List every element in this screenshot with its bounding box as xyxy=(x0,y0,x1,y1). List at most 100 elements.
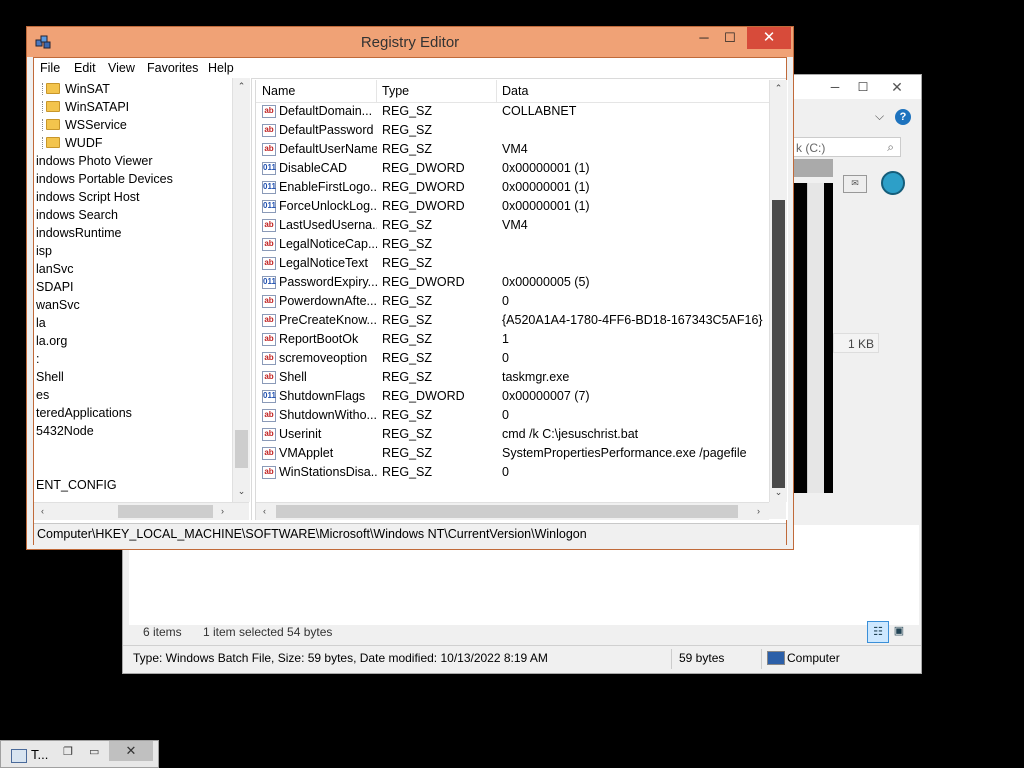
value-row[interactable]: ab PreCreateKnow... REG_SZ {A520A1A4-1780-4… xyxy=(256,311,769,330)
registry-path: Computer\HKEY_LOCAL_MACHINE\SOFTWARE\Mic… xyxy=(37,527,587,541)
value-type: REG_SZ xyxy=(382,408,433,422)
menu-favorites[interactable]: Favorites xyxy=(147,61,198,75)
value-row[interactable]: 011 ForceUnlockLog... REG_DWORD 0x00000001 … xyxy=(256,197,769,216)
binary-value-icon: 011 xyxy=(262,162,276,175)
restore-button[interactable]: ❐ xyxy=(63,745,73,758)
value-type: REG_SZ xyxy=(382,427,433,441)
scroll-right-icon[interactable]: › xyxy=(750,503,767,520)
value-data: {A520A1A4-1780-4FF6-BD18-167343C5AF16} xyxy=(502,313,763,327)
scroll-left-icon[interactable]: ‹ xyxy=(256,503,273,520)
value-row[interactable]: ab scremoveoption REG_SZ 0 xyxy=(256,349,769,368)
explorer-statusbar: Type: Windows Batch File, Size: 59 bytes… xyxy=(123,645,921,672)
tree-item-label: 5432Node xyxy=(36,424,94,438)
explorer-close-button[interactable]: ✕ xyxy=(875,77,919,97)
value-row[interactable]: ab LegalNoticeText REG_SZ xyxy=(256,254,769,273)
value-name: ShutdownFlags xyxy=(279,389,366,403)
preview-scrollbar[interactable] xyxy=(807,183,824,493)
minimized-window-taskbar[interactable]: T... ❐ ▭ ✕ xyxy=(0,740,159,768)
file-size-cell: 1 KB xyxy=(833,333,879,353)
value-row[interactable]: ab PowerdownAfte... REG_SZ 0 xyxy=(256,292,769,311)
maximize-button[interactable]: ☐ xyxy=(717,27,743,49)
tree-item-label: WinSATAPI xyxy=(65,100,130,114)
value-row[interactable]: ab ShutdownWitho... REG_SZ 0 xyxy=(256,406,769,425)
value-name: DefaultPassword xyxy=(279,123,374,137)
task-manager-icon xyxy=(11,749,27,763)
close-button[interactable]: ✕ xyxy=(109,741,153,761)
search-input[interactable]: k (C:) ⌕ xyxy=(791,137,901,157)
value-row[interactable]: ab Userinit REG_SZ cmd /k C:\jesuschrist.ba… xyxy=(256,425,769,444)
scroll-up-icon[interactable]: ⌃ xyxy=(770,80,787,97)
value-row[interactable]: ab LastUsedUserna... REG_SZ VM4 xyxy=(256,216,769,235)
maximize-button[interactable]: ▭ xyxy=(89,745,99,758)
string-value-icon: ab xyxy=(262,105,276,118)
scroll-thumb[interactable] xyxy=(118,505,213,518)
column-name-header[interactable]: Name xyxy=(262,84,295,98)
tree-vertical-scrollbar[interactable]: ⌃ ⌄ xyxy=(232,78,250,502)
value-row[interactable]: ab VMApplet REG_SZ SystemPropertiesPerforma… xyxy=(256,444,769,463)
menu-edit[interactable]: Edit xyxy=(74,61,96,75)
details-view-icon[interactable]: ☷ xyxy=(867,621,889,643)
value-data: 0x00000005 (5) xyxy=(502,275,590,289)
search-icon[interactable]: ⌕ xyxy=(887,140,894,155)
value-row[interactable]: ab Shell REG_SZ taskmgr.exe xyxy=(256,368,769,387)
scroll-down-icon[interactable]: ⌄ xyxy=(770,484,787,501)
scroll-right-icon[interactable]: › xyxy=(214,503,231,520)
shell-icon[interactable] xyxy=(881,171,905,195)
selection-info: 1 item selected 54 bytes xyxy=(203,625,333,639)
large-icons-view-icon[interactable]: ▣ xyxy=(891,623,907,639)
preview-pane-header xyxy=(793,159,833,177)
tree-item-label: lanSvc xyxy=(36,262,74,276)
string-value-icon: ab xyxy=(262,295,276,308)
value-row[interactable]: ab DefaultUserName REG_SZ VM4 xyxy=(256,140,769,159)
list-horizontal-scrollbar[interactable]: ‹ › xyxy=(256,502,769,520)
value-row[interactable]: ab WinStationsDisa... REG_SZ 0 xyxy=(256,463,769,482)
address-dropdown-icon[interactable]: ⌵ xyxy=(875,109,884,124)
value-row[interactable]: ab ReportBootOk REG_SZ 1 xyxy=(256,330,769,349)
list-header: Name Type Data xyxy=(256,80,769,103)
value-data: 0 xyxy=(502,465,509,479)
list-vertical-scrollbar[interactable]: ⌃ ⌄ xyxy=(769,80,787,502)
column-data-header[interactable]: Data xyxy=(502,84,528,98)
menu-help[interactable]: Help xyxy=(208,61,234,75)
value-row[interactable]: 011 PasswordExpiry... REG_DWORD 0x00000005 … xyxy=(256,273,769,292)
menu-view[interactable]: View xyxy=(108,61,135,75)
items-count: 6 items xyxy=(143,625,182,639)
value-type: REG_SZ xyxy=(382,237,433,251)
registry-tree[interactable]: WinSAT WinSATAPI WSService WUDF indows Photo… xyxy=(34,78,252,520)
help-icon[interactable]: ? xyxy=(895,109,911,125)
column-type-header[interactable]: Type xyxy=(382,84,409,98)
scroll-thumb[interactable] xyxy=(772,200,785,488)
value-type: REG_SZ xyxy=(382,446,433,460)
value-row[interactable]: 011 EnableFirstLogo... REG_DWORD 0x00000001… xyxy=(256,178,769,197)
values-list[interactable]: Name Type Data ab DefaultDomain... REG_SZ C… xyxy=(255,80,788,520)
tree-item-label: : xyxy=(36,352,40,366)
close-button[interactable]: ✕ xyxy=(747,27,791,49)
string-value-icon: ab xyxy=(262,428,276,441)
explorer-minimize-button[interactable]: ─ xyxy=(821,77,849,97)
string-value-icon: ab xyxy=(262,333,276,346)
scroll-thumb[interactable] xyxy=(235,430,248,468)
value-name: DefaultDomain... xyxy=(279,104,373,118)
scroll-down-icon[interactable]: ⌄ xyxy=(233,483,250,500)
menu-file[interactable]: File xyxy=(40,61,60,75)
minimize-button[interactable]: ─ xyxy=(691,27,717,49)
tree-item-label: indowsRuntime xyxy=(36,226,122,240)
string-value-icon: ab xyxy=(262,352,276,365)
tree-horizontal-scrollbar[interactable]: ‹ › xyxy=(34,502,249,520)
value-row[interactable]: ab DefaultDomain... REG_SZ COLLABNET xyxy=(256,102,769,121)
folder-icon xyxy=(46,137,60,148)
scroll-thumb[interactable] xyxy=(276,505,738,518)
window-title: Registry Editor xyxy=(360,34,460,51)
minimized-window-label[interactable]: T... xyxy=(31,747,48,762)
value-row[interactable]: ab LegalNoticeCap... REG_SZ xyxy=(256,235,769,254)
mail-icon[interactable]: ✉ xyxy=(843,175,867,193)
scroll-left-icon[interactable]: ‹ xyxy=(34,503,51,520)
value-row[interactable]: ab DefaultPassword REG_SZ xyxy=(256,121,769,140)
value-row[interactable]: 011 ShutdownFlags REG_DWORD 0x00000007 (7) xyxy=(256,387,769,406)
regedit-titlebar[interactable]: Registry Editor ─ ☐ ✕ xyxy=(27,27,793,57)
explorer-maximize-button[interactable]: ☐ xyxy=(849,77,877,97)
value-row[interactable]: 011 DisableCAD REG_DWORD 0x00000001 (1) xyxy=(256,159,769,178)
value-type: REG_SZ xyxy=(382,256,433,270)
scroll-up-icon[interactable]: ⌃ xyxy=(233,78,250,95)
value-type: REG_DWORD xyxy=(382,389,465,403)
